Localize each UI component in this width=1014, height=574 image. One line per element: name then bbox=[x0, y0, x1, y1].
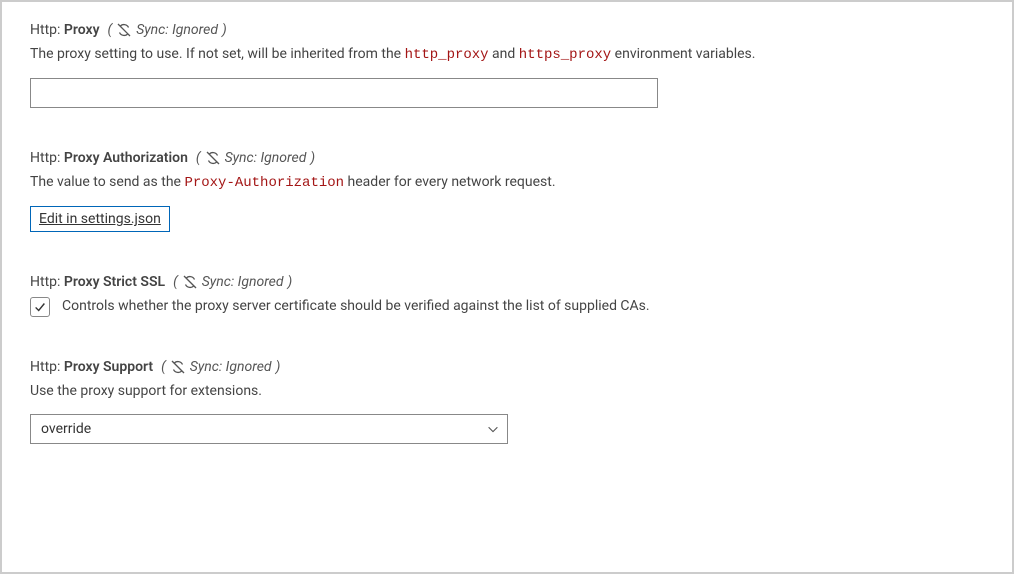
setting-description: The proxy setting to use. If not set, wi… bbox=[30, 44, 984, 66]
setting-description: Use the proxy support for extensions. bbox=[30, 381, 984, 402]
select-value: override bbox=[30, 414, 508, 444]
setting-name: Proxy Strict SSL bbox=[64, 274, 165, 290]
setting-name: Proxy Authorization bbox=[64, 150, 188, 166]
proxy-strict-ssl-checkbox[interactable] bbox=[30, 297, 50, 317]
setting-name: Proxy bbox=[64, 22, 100, 38]
setting-category: Http: bbox=[30, 274, 60, 290]
setting-header: Http: Proxy ( Sync: Ignored) bbox=[30, 22, 984, 38]
setting-title: Http: Proxy Support bbox=[30, 359, 153, 375]
setting-http-proxy: Http: Proxy ( Sync: Ignored) The proxy s… bbox=[30, 22, 984, 108]
setting-header: Http: Proxy Support ( Sync: Ignored) bbox=[30, 359, 984, 375]
setting-title: Http: Proxy bbox=[30, 22, 100, 38]
checkbox-label: Controls whether the proxy server certif… bbox=[62, 296, 650, 317]
sync-status-text: Sync: Ignored bbox=[225, 150, 307, 166]
check-icon bbox=[33, 300, 47, 314]
setting-title: Http: Proxy Strict SSL bbox=[30, 274, 165, 290]
sync-status-text: Sync: Ignored bbox=[202, 274, 284, 290]
setting-http-proxy-strict-ssl: Http: Proxy Strict SSL ( Sync: Ignored) … bbox=[30, 274, 984, 317]
sync-status-text: Sync: Ignored bbox=[136, 22, 218, 38]
setting-name: Proxy Support bbox=[64, 359, 153, 375]
sync-status: ( Sync: Ignored) bbox=[108, 22, 227, 38]
checkbox-row: Controls whether the proxy server certif… bbox=[30, 296, 984, 317]
desc-text: environment variables. bbox=[611, 46, 755, 62]
setting-description: The value to send as the Proxy-Authoriza… bbox=[30, 172, 984, 194]
sync-status-text: Sync: Ignored bbox=[190, 359, 272, 375]
proxy-input[interactable] bbox=[30, 78, 658, 108]
sync-status: ( Sync: Ignored) bbox=[173, 274, 292, 290]
setting-header: Http: Proxy Strict SSL ( Sync: Ignored) bbox=[30, 274, 984, 290]
setting-category: Http: bbox=[30, 150, 60, 166]
code-proxy-authorization: Proxy-Authorization bbox=[184, 175, 344, 191]
sync-ignored-icon bbox=[205, 150, 221, 166]
setting-title: Http: Proxy Authorization bbox=[30, 150, 188, 166]
code-http-proxy: http_proxy bbox=[405, 47, 489, 63]
setting-header: Http: Proxy Authorization ( Sync: Ignore… bbox=[30, 150, 984, 166]
sync-ignored-icon bbox=[182, 274, 198, 290]
desc-text: and bbox=[489, 46, 519, 62]
desc-text: The value to send as the bbox=[30, 174, 184, 190]
sync-ignored-icon bbox=[116, 22, 132, 38]
desc-text: The proxy setting to use. If not set, wi… bbox=[30, 46, 405, 62]
setting-category: Http: bbox=[30, 359, 60, 375]
edit-in-settings-json-link[interactable]: Edit in settings.json bbox=[30, 206, 170, 232]
sync-ignored-icon bbox=[170, 359, 186, 375]
setting-http-proxy-authorization: Http: Proxy Authorization ( Sync: Ignore… bbox=[30, 150, 984, 232]
setting-http-proxy-support: Http: Proxy Support ( Sync: Ignored) Use… bbox=[30, 359, 984, 444]
sync-status: ( Sync: Ignored) bbox=[161, 359, 280, 375]
code-https-proxy: https_proxy bbox=[519, 47, 611, 63]
desc-text: header for every network request. bbox=[344, 174, 555, 190]
proxy-support-select[interactable]: override bbox=[30, 414, 508, 444]
setting-category: Http: bbox=[30, 22, 60, 38]
sync-status: ( Sync: Ignored) bbox=[196, 150, 315, 166]
